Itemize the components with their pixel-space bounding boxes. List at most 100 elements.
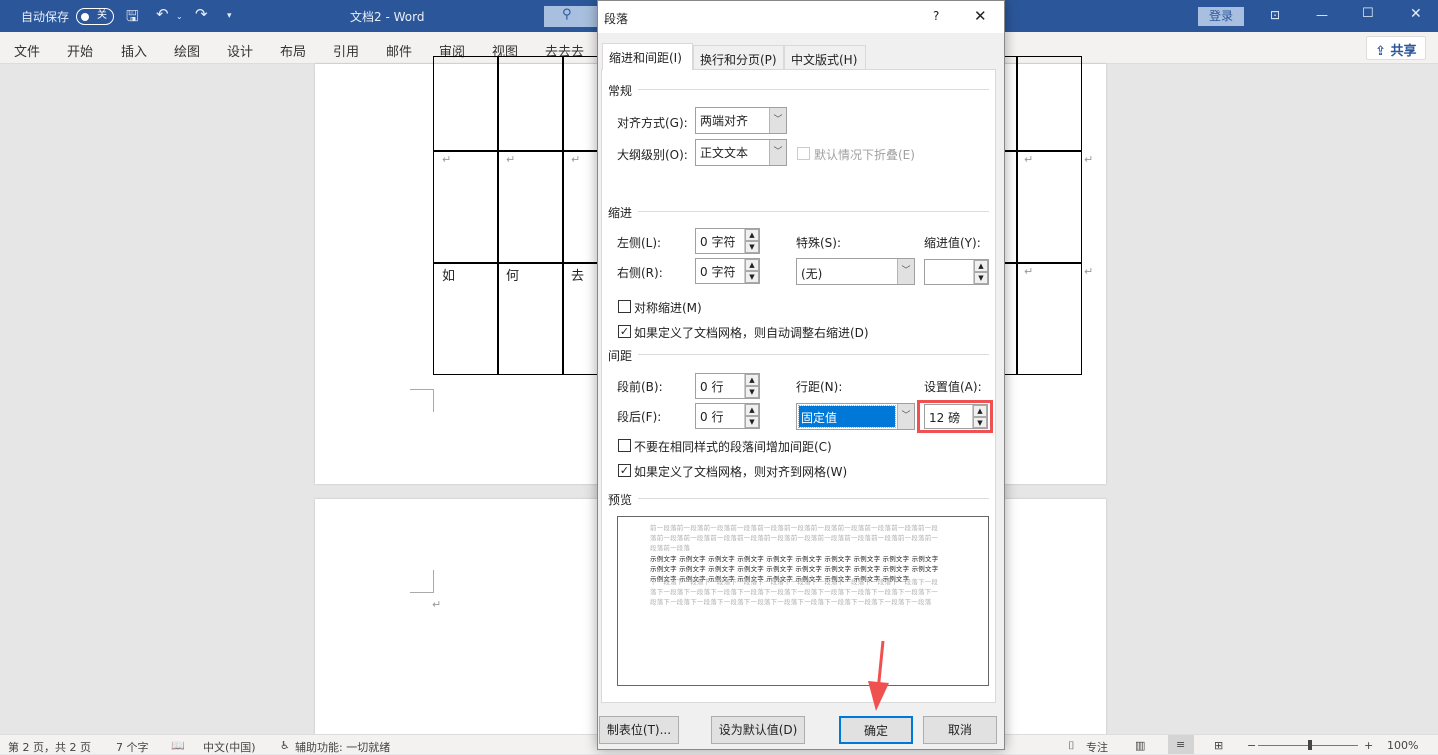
- spin-up-icon[interactable]: ▲: [745, 229, 759, 241]
- general-heading: 常规: [608, 84, 633, 98]
- table-cell[interactable]: [562, 56, 602, 152]
- alignment-select[interactable]: 两端对齐 ﹀: [695, 107, 787, 134]
- autosave-toggle[interactable]: 关: [76, 8, 114, 25]
- space-after-spinner[interactable]: 0 行 ▲ ▼: [695, 403, 760, 429]
- login-button[interactable]: 登录: [1198, 7, 1244, 26]
- paragraph-mark: ↵: [1024, 153, 1034, 166]
- cell-text: 如: [442, 269, 456, 284]
- print-layout-icon[interactable]: ≡: [1168, 735, 1194, 754]
- snap-grid-checkbox[interactable]: ✓: [618, 464, 631, 477]
- dialog-title: 段落: [604, 12, 629, 26]
- at-value-spinner[interactable]: 12 磅 ▲ ▼: [924, 404, 988, 429]
- right-indent-spinner[interactable]: 0 字符 ▲ ▼: [695, 258, 760, 284]
- spin-down-icon[interactable]: ▼: [745, 386, 759, 398]
- tab-mailings[interactable]: 邮件: [386, 41, 412, 60]
- before-label: 段前(B):: [617, 380, 663, 394]
- indent-by-spinner[interactable]: ▲ ▼: [924, 259, 989, 285]
- alignment-value: 两端对齐: [700, 114, 749, 128]
- tab-indent-spacing[interactable]: 缩进和间距(I): [602, 43, 693, 70]
- autosave-label: 自动保存: [21, 10, 70, 24]
- table-cell[interactable]: [433, 56, 499, 152]
- indent-heading: 缩进: [608, 206, 633, 220]
- cancel-button[interactable]: 取消: [923, 716, 997, 744]
- spin-up-icon[interactable]: ▲: [745, 374, 759, 386]
- share-label: 共享: [1390, 44, 1417, 59]
- auto-adjust-checkbox[interactable]: ✓: [618, 325, 631, 338]
- paragraph-mark: ↵: [1024, 265, 1034, 278]
- spin-up-icon[interactable]: ▲: [974, 260, 988, 272]
- table-cell[interactable]: [497, 150, 564, 264]
- tab-draw[interactable]: 绘图: [174, 41, 200, 60]
- zoom-slider-thumb[interactable]: [1308, 740, 1312, 750]
- special-select[interactable]: (无) ﹀: [796, 258, 915, 285]
- focus-mode[interactable]: 专注: [1086, 739, 1108, 755]
- spin-down-icon[interactable]: ▼: [974, 272, 988, 284]
- no-space-checkbox[interactable]: [618, 439, 631, 452]
- space-before-spinner[interactable]: 0 行 ▲ ▼: [695, 373, 760, 399]
- redo-icon[interactable]: ↷: [195, 5, 208, 23]
- paragraph-mark: ↵: [1084, 153, 1094, 166]
- focus-icon: ⌷: [1068, 739, 1075, 752]
- word-count[interactable]: 7 个字: [116, 739, 149, 755]
- undo-dropdown-icon[interactable]: ⌄: [176, 12, 183, 21]
- line-spacing-select[interactable]: 固定值 ﹀: [796, 403, 915, 430]
- outline-level-select[interactable]: 正文文本 ﹀: [695, 139, 787, 166]
- mirror-indent-checkbox[interactable]: [618, 300, 631, 313]
- dialog-title-bar[interactable]: 段落 ? ✕: [598, 1, 1004, 33]
- table-cell[interactable]: [1016, 150, 1082, 264]
- tab-home[interactable]: 开始: [67, 41, 93, 60]
- ribbon-display-icon[interactable]: ⊡: [1270, 8, 1280, 22]
- help-button[interactable]: ?: [933, 9, 939, 23]
- spin-up-icon[interactable]: ▲: [745, 259, 759, 271]
- spin-down-icon[interactable]: ▼: [973, 416, 987, 428]
- spin-down-icon[interactable]: ▼: [745, 271, 759, 283]
- page-count[interactable]: 第 2 页，共 2 页: [8, 739, 91, 755]
- zoom-in-icon[interactable]: +: [1364, 739, 1373, 752]
- undo-icon[interactable]: ↶: [156, 5, 169, 23]
- ok-button[interactable]: 确定: [839, 716, 913, 744]
- read-mode-icon[interactable]: ▥: [1135, 739, 1145, 752]
- language[interactable]: 中文(中国): [203, 739, 256, 755]
- share-icon: ⇪: [1375, 44, 1386, 59]
- table-cell[interactable]: [1016, 262, 1082, 375]
- minimize-icon[interactable]: —: [1316, 8, 1328, 22]
- maximize-icon[interactable]: ☐: [1362, 6, 1374, 21]
- zoom-out-icon[interactable]: −: [1247, 739, 1256, 752]
- tab-file[interactable]: 文件: [14, 41, 40, 60]
- table-cell[interactable]: [497, 56, 564, 152]
- save-icon[interactable]: 🖫: [126, 6, 139, 31]
- tab-layout[interactable]: 布局: [280, 41, 306, 60]
- spin-down-icon[interactable]: ▼: [745, 416, 759, 428]
- tab-line-page-breaks[interactable]: 换行和分页(P): [693, 45, 784, 70]
- tab-asian-typography[interactable]: 中文版式(H): [784, 45, 866, 70]
- proofing-icon[interactable]: 📖: [171, 739, 185, 752]
- accessibility-status[interactable]: 辅助功能: 一切就绪: [295, 739, 390, 755]
- indent-by-label: 缩进值(Y):: [924, 236, 981, 250]
- table-cell[interactable]: [433, 150, 499, 264]
- web-layout-icon[interactable]: ⊞: [1214, 739, 1223, 752]
- set-default-button[interactable]: 设为默认值(D): [711, 716, 805, 744]
- tabs-button[interactable]: 制表位(T)...: [599, 716, 679, 744]
- special-value: (无): [801, 267, 823, 281]
- left-indent-spinner[interactable]: 0 字符 ▲ ▼: [695, 228, 760, 254]
- share-button[interactable]: ⇪ 共享: [1366, 36, 1426, 60]
- special-label: 特殊(S):: [796, 236, 842, 250]
- spin-up-icon[interactable]: ▲: [973, 405, 987, 417]
- table-cell[interactable]: [1016, 56, 1082, 152]
- space-before-value: 0 行: [700, 380, 724, 394]
- table-cell[interactable]: [562, 150, 602, 264]
- tab-design[interactable]: 设计: [227, 41, 253, 60]
- customize-qat-icon[interactable]: ▾: [227, 11, 232, 21]
- preview-heading: 预览: [608, 493, 633, 507]
- search-button[interactable]: ⚲: [544, 6, 600, 27]
- zoom-level[interactable]: 100%: [1387, 739, 1418, 752]
- auto-adjust-label: 如果定义了文档网格，则自动调整右缩进(D): [634, 326, 869, 340]
- collapse-checkbox[interactable]: [797, 147, 810, 160]
- window-title: 文档2 - Word: [350, 10, 425, 24]
- dialog-close-icon[interactable]: ✕: [974, 7, 987, 25]
- close-icon[interactable]: ✕: [1410, 6, 1422, 22]
- spin-down-icon[interactable]: ▼: [745, 241, 759, 253]
- spin-up-icon[interactable]: ▲: [745, 404, 759, 416]
- tab-references[interactable]: 引用: [333, 41, 359, 60]
- tab-insert[interactable]: 插入: [121, 41, 147, 60]
